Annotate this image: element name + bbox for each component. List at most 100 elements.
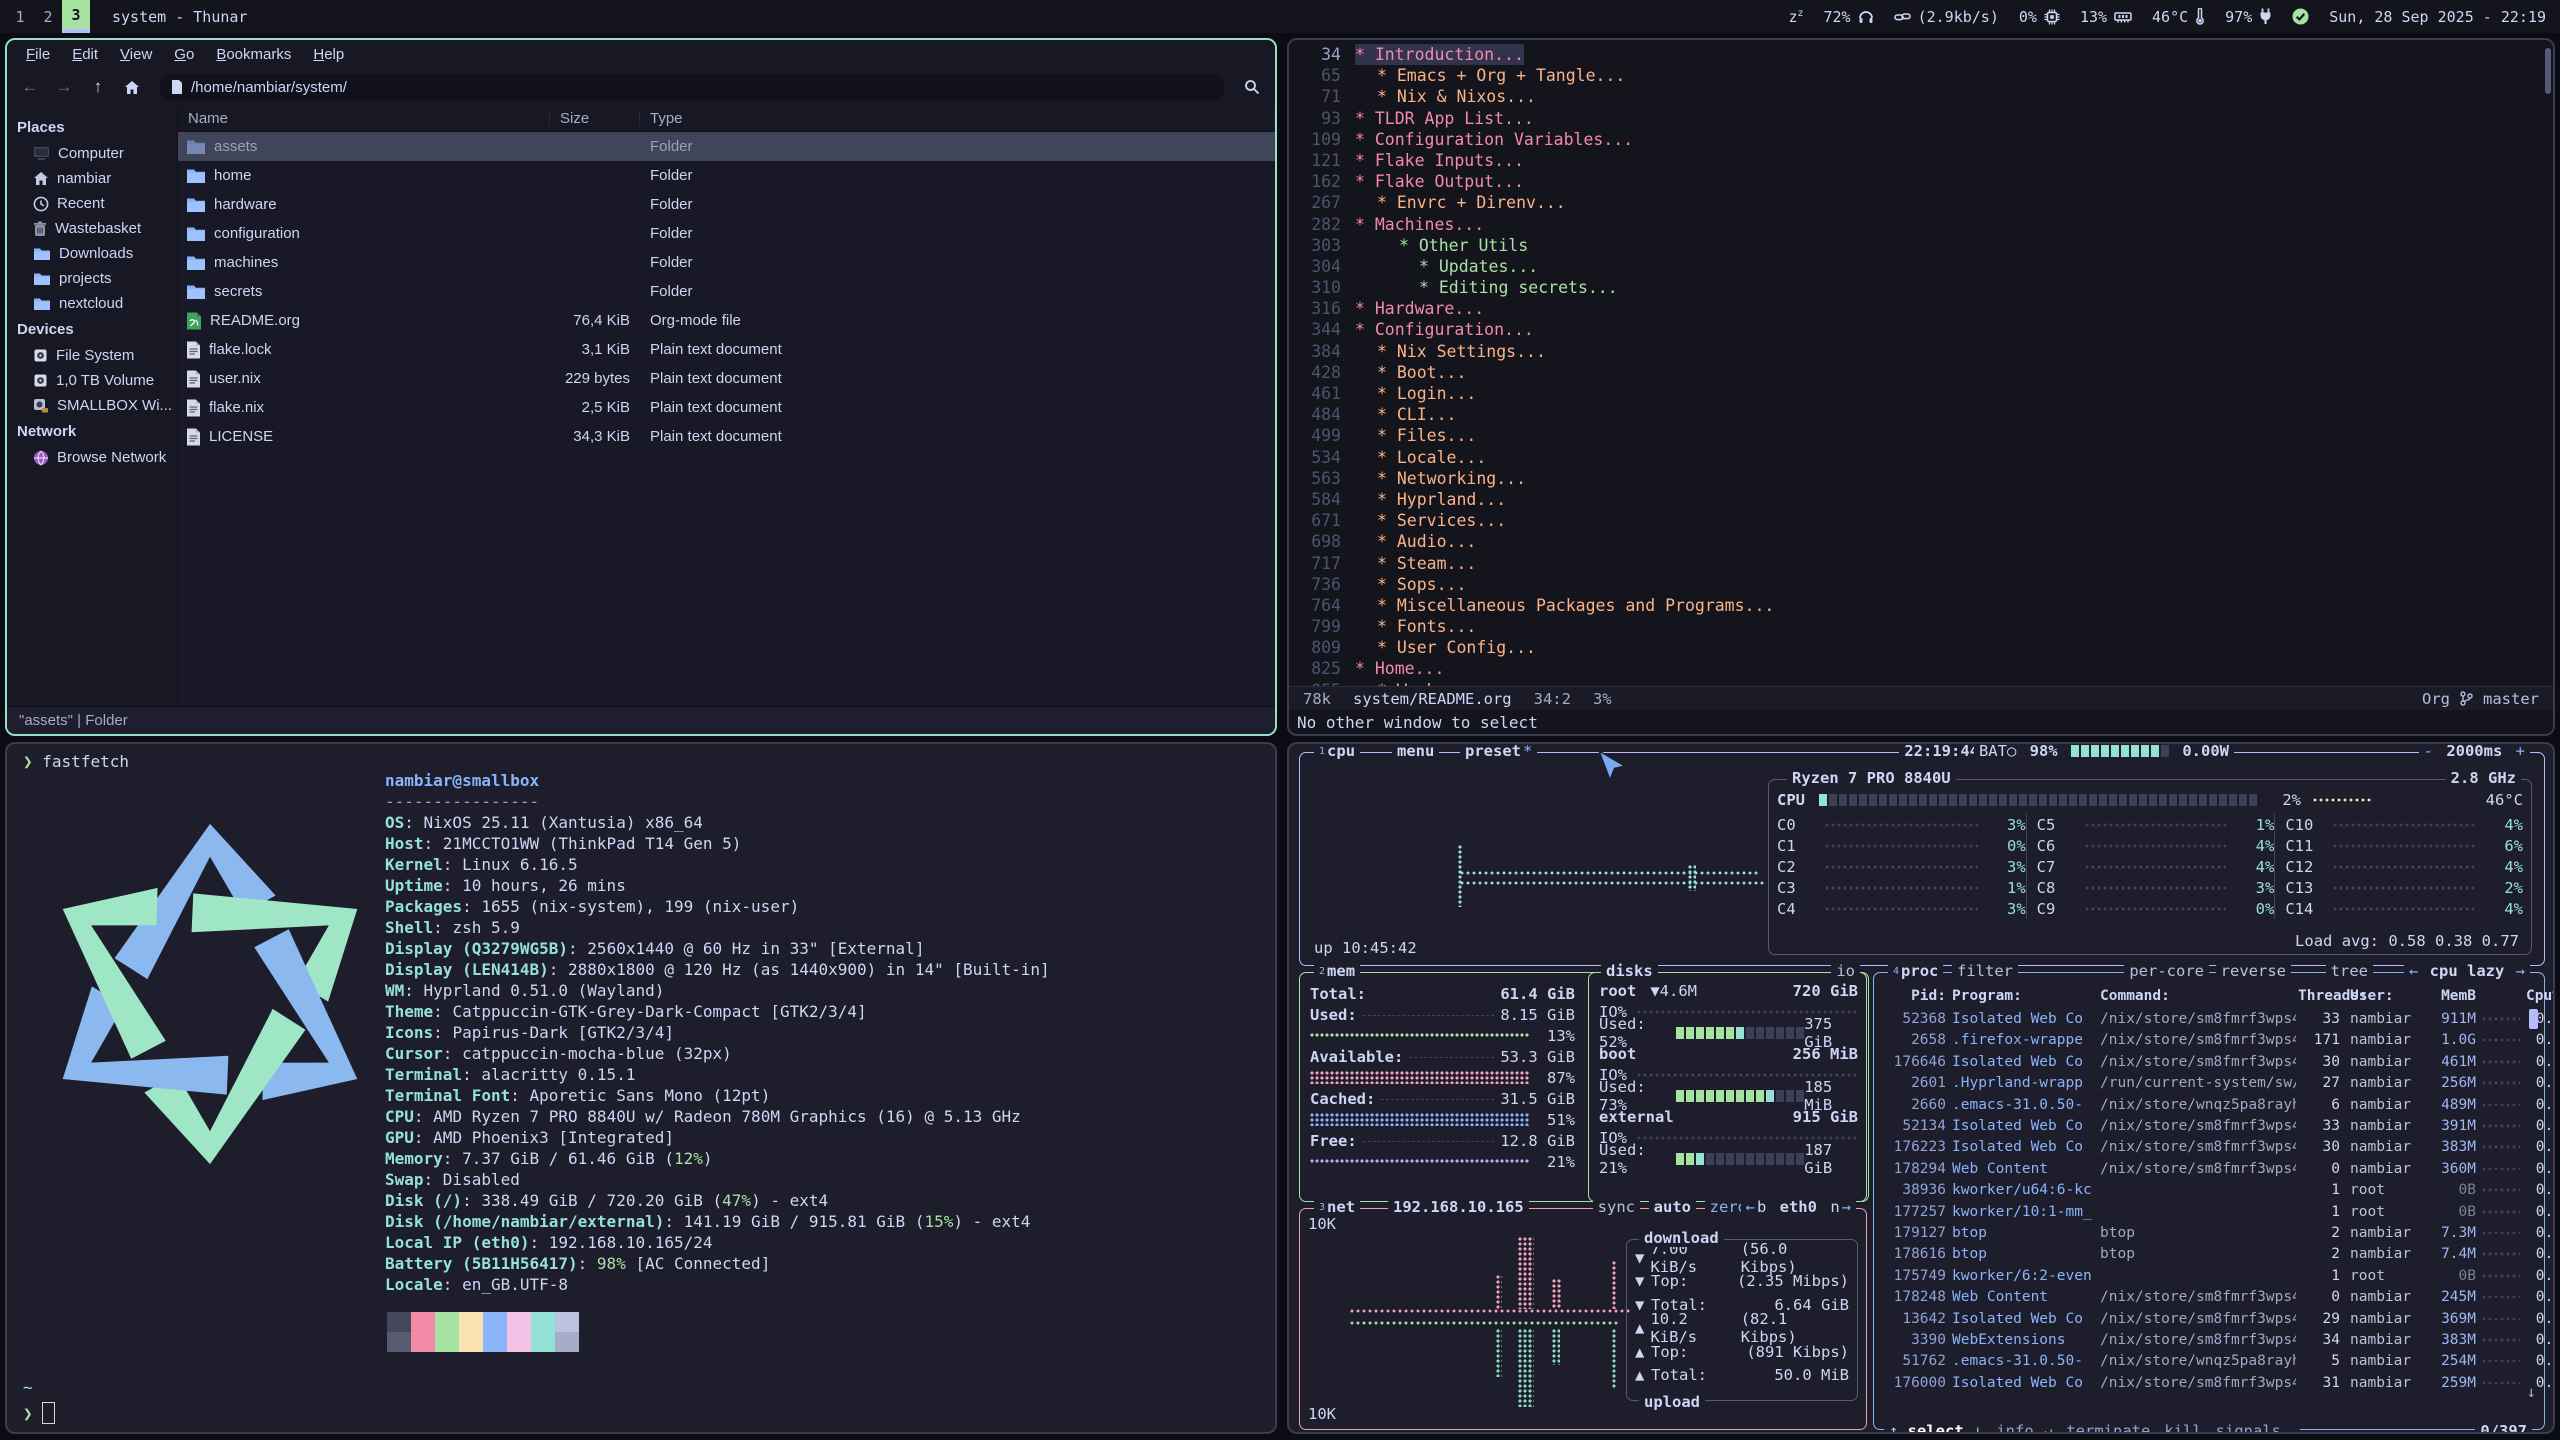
file-row[interactable]: README.org76,4 KiBOrg-mode file: [178, 306, 1275, 335]
net-box-title[interactable]: 3net: [1314, 1198, 1360, 1216]
menu-view[interactable]: View: [111, 43, 161, 66]
path-bar[interactable]: /home/nambiar/system/: [159, 74, 1225, 100]
sidebar-item-1-0-tb-volume[interactable]: 1,0 TB Volume: [7, 368, 177, 393]
org-heading-line: 499* Files...: [1289, 425, 2553, 446]
sidebar-item-projects[interactable]: projects: [7, 266, 177, 291]
line-number: 736: [1289, 574, 1355, 595]
net-button-sync[interactable]: sync: [1593, 1198, 1640, 1216]
workspace-button-3[interactable]: 3: [62, 0, 90, 33]
memory-module[interactable]: 13%: [2080, 8, 2132, 26]
process-row[interactable]: 176646Isolated Web Co/nix/store/sm8fmrf3…: [1882, 1051, 2536, 1072]
process-row[interactable]: 52368Isolated Web Co/nix/store/sm8fmrf3w…: [1882, 1008, 2536, 1029]
update-interval-control[interactable]: - 2000ms +: [2419, 742, 2530, 760]
proc-footer-keys[interactable]: ↑ select ↓info ↵terminatekillsignals: [1884, 1422, 2300, 1434]
sidebar-item-wastebasket[interactable]: Wastebasket: [7, 216, 177, 241]
proc-button-tree[interactable]: tree: [2326, 962, 2373, 980]
emacs-scrollbar[interactable]: [2545, 48, 2551, 94]
proc-button-per-core[interactable]: per-core: [2124, 962, 2209, 980]
mem-box-title[interactable]: 2mem: [1314, 962, 1360, 980]
file-row[interactable]: assetsFolder: [178, 132, 1275, 161]
process-row[interactable]: 3390WebExtensions/nix/store/sm8fmrf3wps4…: [1882, 1329, 2536, 1350]
btop-proc-box: 4procfilterper-corereversetree← cpu lazy…: [1873, 972, 2545, 1430]
line-number: 282: [1289, 214, 1355, 235]
network-module[interactable]: (2.9kb/s): [1894, 8, 1999, 26]
file-row[interactable]: LICENSE34,3 KiBPlain text document: [178, 422, 1275, 451]
sidebar-item-file-system[interactable]: File System: [7, 343, 177, 368]
process-list[interactable]: 52368Isolated Web Co/nix/store/sm8fmrf3w…: [1882, 1008, 2536, 1393]
file-row[interactable]: flake.nix2,5 KiBPlain text document: [178, 393, 1275, 422]
sidebar-item-downloads[interactable]: Downloads: [7, 241, 177, 266]
net-button-auto[interactable]: auto: [1649, 1198, 1696, 1216]
proc-scrollbar[interactable]: [2529, 1009, 2538, 1029]
sidebar-item-browse-network[interactable]: Browse Network: [7, 445, 177, 470]
process-row[interactable]: 51762.emacs-31.0.50-/nix/store/wnqz5pa8r…: [1882, 1351, 2536, 1372]
temperature-module[interactable]: 46°C: [2152, 8, 2205, 26]
home-button[interactable]: [117, 73, 147, 101]
volume-module[interactable]: 72%: [1824, 8, 1874, 26]
column-header-name[interactable]: Name: [178, 110, 550, 127]
process-row[interactable]: 178248Web Content/nix/store/sm8fmrf3wps4…: [1882, 1286, 2536, 1307]
column-header-type[interactable]: Type: [640, 110, 1275, 127]
file-row[interactable]: configurationFolder: [178, 219, 1275, 248]
menu-go[interactable]: Go: [165, 43, 203, 66]
menu-edit[interactable]: Edit: [63, 43, 107, 66]
process-row[interactable]: 177257kworker/10:1-mm_1root0B0.0: [1882, 1201, 2536, 1222]
menu-file[interactable]: File: [17, 43, 59, 66]
filter-button[interactable]: filter: [1952, 962, 2018, 980]
folder-icon: [186, 139, 206, 155]
search-button[interactable]: [1237, 73, 1267, 101]
preset-button[interactable]: preset *: [1460, 742, 1537, 760]
process-row[interactable]: 178616btopbtop2nambiar7.4M0.0: [1882, 1244, 2536, 1265]
sort-column-selector[interactable]: ← cpu lazy →: [2404, 962, 2530, 980]
sidebar-item-computer[interactable]: Computer: [7, 141, 177, 166]
sidebar-item-smallbox-wi-[interactable]: SMALLBOX Wi...: [7, 393, 177, 418]
sidebar-item-nextcloud[interactable]: nextcloud: [7, 291, 177, 316]
systemd-status[interactable]: [2292, 8, 2309, 25]
process-row[interactable]: 2660.emacs-31.0.50-/nix/store/wnqz5pa8ra…: [1882, 1094, 2536, 1115]
workspace-switcher[interactable]: 123: [6, 0, 90, 33]
proc-button-reverse[interactable]: reverse: [2216, 962, 2291, 980]
proc-box-title[interactable]: 4proc: [1888, 962, 1943, 980]
process-row[interactable]: 2601.Hyprland-wrapp/run/current-system/s…: [1882, 1073, 2536, 1094]
file-list[interactable]: assetsFolderhomeFolderhardwareFolderconf…: [178, 132, 1275, 451]
column-header-size[interactable]: Size: [550, 110, 640, 127]
core-meter-C10: C104%: [2274, 814, 2523, 835]
file-row[interactable]: flake.lock3,1 KiBPlain text document: [178, 335, 1275, 364]
process-row[interactable]: 2658.firefox-wrappe/nix/store/sm8fmrf3wp…: [1882, 1030, 2536, 1051]
battery-module[interactable]: 97%: [2225, 8, 2272, 26]
menu-help[interactable]: Help: [304, 43, 353, 66]
org-heading-line: 736* Sops...: [1289, 574, 2553, 595]
forward-button[interactable]: →: [49, 73, 79, 101]
sidebar-item-nambiar[interactable]: nambiar: [7, 166, 177, 191]
file-row[interactable]: user.nix229 bytesPlain text document: [178, 364, 1275, 393]
cpu-box-title[interactable]: 1cpu: [1314, 742, 1360, 760]
process-row[interactable]: 178294Web Content/nix/store/sm8fmrf3wps4…: [1882, 1158, 2536, 1179]
emacs-buffer[interactable]: 34* Introduction...65* Emacs + Org + Tan…: [1289, 40, 2553, 686]
palette-row: [387, 1312, 579, 1332]
workspace-button-2[interactable]: 2: [34, 0, 62, 33]
process-row[interactable]: 38936kworker/u64:6-kc1root0B0.0: [1882, 1180, 2536, 1201]
btop-window: 1cpumenupreset *22:19:44BAT○ 98% 0.00W- …: [1287, 742, 2555, 1434]
sidebar-item-recent[interactable]: Recent: [7, 191, 177, 216]
file-row[interactable]: machinesFolder: [178, 248, 1275, 277]
process-row[interactable]: 175749kworker/6:2-even1root0B0.0: [1882, 1265, 2536, 1286]
file-row[interactable]: homeFolder: [178, 161, 1275, 190]
menu-bookmarks[interactable]: Bookmarks: [207, 43, 300, 66]
process-row[interactable]: 13642Isolated Web Co/nix/store/sm8fmrf3w…: [1882, 1308, 2536, 1329]
clock-module[interactable]: Sun, 28 Sep 2025 - 22:19: [2329, 8, 2546, 26]
workspace-button-1[interactable]: 1: [6, 0, 34, 33]
process-row[interactable]: 176000Isolated Web Co/nix/store/sm8fmrf3…: [1882, 1372, 2536, 1393]
back-button[interactable]: ←: [15, 73, 45, 101]
line-number: 384: [1289, 341, 1355, 362]
process-row[interactable]: 176223Isolated Web Co/nix/store/sm8fmrf3…: [1882, 1137, 2536, 1158]
net-interface-switcher[interactable]: ←b eth0 n→: [1741, 1198, 1856, 1216]
menu-button[interactable]: menu: [1392, 742, 1439, 760]
up-button[interactable]: ↑: [83, 73, 113, 101]
process-row[interactable]: 179127btopbtop2nambiar7.3M0.0: [1882, 1222, 2536, 1243]
terminal-window[interactable]: ❯ fastfetch nambiar@smallbox------------…: [5, 742, 1277, 1434]
cpu-module[interactable]: 0%: [2019, 8, 2060, 26]
btop-cpu-box: 1cpumenupreset *22:19:44BAT○ 98% 0.00W- …: [1299, 752, 2545, 966]
file-row[interactable]: hardwareFolder: [178, 190, 1275, 219]
process-row[interactable]: 52134Isolated Web Co/nix/store/sm8fmrf3w…: [1882, 1115, 2536, 1136]
file-row[interactable]: secretsFolder: [178, 277, 1275, 306]
